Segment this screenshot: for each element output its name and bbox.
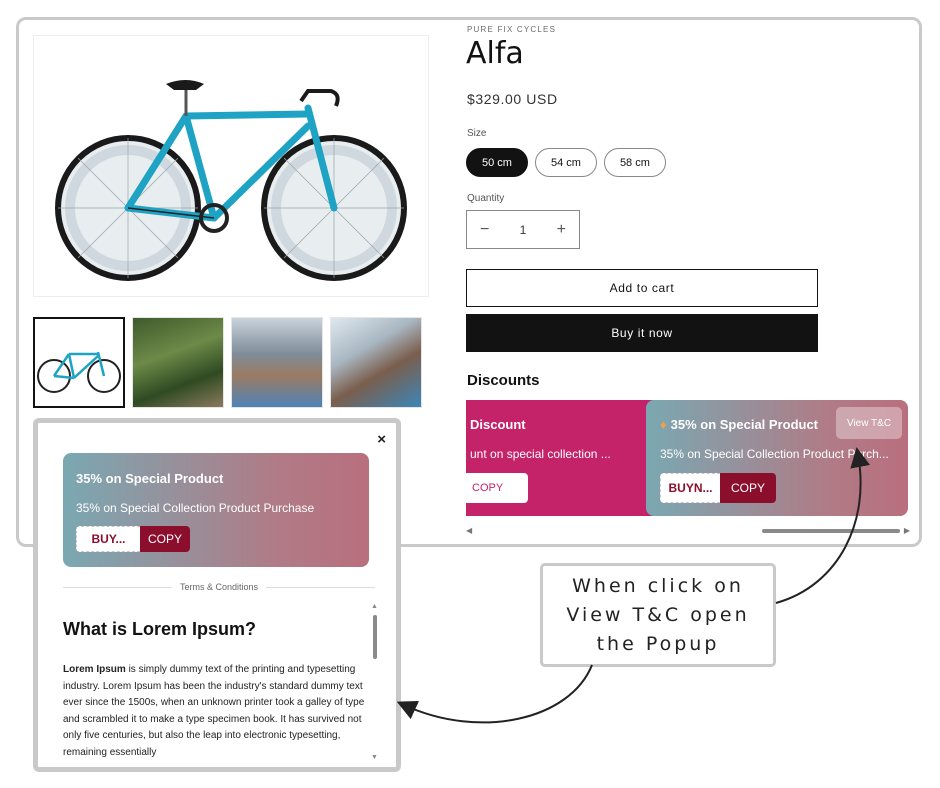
discount-carousel[interactable]: Discount unt on special collection ... C… — [466, 400, 910, 518]
popup-scrollbar-thumb[interactable] — [373, 615, 377, 659]
thumbnail-3[interactable] — [231, 317, 323, 408]
discount-card-title-text: 35% on Special Product — [670, 417, 819, 432]
quantity-decrease-button[interactable]: − — [480, 221, 489, 239]
buy-now-button[interactable]: Buy it now — [466, 314, 818, 352]
thumbnail-2[interactable] — [132, 317, 224, 408]
terms-divider: Terms & Conditions — [63, 582, 375, 592]
quantity-input[interactable]: 1 — [520, 223, 527, 237]
callout-line-2: View T&C open — [566, 603, 750, 626]
terms-popup: × 35% on Special Product 35% on Special … — [33, 418, 401, 772]
terms-content[interactable]: What is Lorem Ipsum? Lorem Ipsum is simp… — [63, 607, 368, 767]
terms-heading: What is Lorem Ipsum? — [63, 619, 257, 639]
callout-line-1: When click on — [572, 574, 744, 597]
size-options: 50 cm 54 cm 58 cm — [466, 148, 666, 177]
arrow-to-popup — [396, 664, 593, 724]
callout-line-3: the Popup — [596, 632, 720, 655]
view-tc-button[interactable]: View T&C — [836, 407, 902, 439]
divider-line — [63, 586, 172, 588]
scroll-right-icon[interactable]: ▶ — [904, 526, 910, 535]
discount-card-2: ♦ 35% on Special Product 35% on Special C… — [646, 400, 908, 516]
popup-scrollbar[interactable]: ▲ ▼ — [371, 603, 379, 761]
copy-button[interactable]: COPY — [720, 473, 776, 503]
product-price: $329.00 USD — [467, 91, 558, 107]
carousel-scrollbar[interactable]: ◀ ▶ — [466, 526, 910, 536]
discount-card-title: Discount — [470, 417, 526, 432]
terms-body-text: is simply dummy text of the printing and… — [63, 664, 365, 758]
scroll-left-icon[interactable]: ◀ — [466, 526, 472, 535]
popup-card-title: 35% on Special Product — [76, 471, 224, 486]
size-option-58[interactable]: 58 cm — [603, 148, 666, 177]
divider-line — [266, 586, 375, 588]
discount-code: BUYN... — [660, 473, 720, 503]
popup-copy-button[interactable]: COPY — [140, 526, 190, 552]
bicycle-thumbnail-image — [37, 351, 121, 393]
terms-paragraph: Lorem Ipsum is simply dummy text of the … — [63, 662, 365, 761]
discounts-heading: Discounts — [467, 372, 540, 389]
quantity-increase-button[interactable]: + — [557, 221, 566, 239]
terms-divider-label: Terms & Conditions — [179, 582, 259, 592]
add-to-cart-button[interactable]: Add to cart — [466, 269, 818, 307]
discount-card-description: unt on special collection ... — [470, 447, 611, 461]
popup-discount-code: BUY... — [76, 526, 140, 552]
scrollbar-thumb[interactable] — [762, 529, 900, 533]
size-label: Size — [467, 128, 487, 139]
thumbnail-1[interactable] — [33, 317, 125, 408]
close-icon[interactable]: × — [377, 431, 386, 448]
discount-card-title: ♦ 35% on Special Product — [660, 417, 818, 432]
popup-code-box: BUY... COPY — [76, 526, 190, 552]
copy-button[interactable]: COPY — [466, 473, 528, 503]
discount-card-1: Discount unt on special collection ... C… — [466, 400, 660, 516]
popup-discount-card: 35% on Special Product 35% on Special Co… — [63, 453, 369, 567]
product-vendor: PURE FIX CYCLES — [467, 25, 557, 34]
product-main-image[interactable] — [33, 35, 429, 297]
size-option-54[interactable]: 54 cm — [534, 148, 597, 177]
discount-card-description: 35% on Special Collection Product Purch.… — [660, 447, 889, 461]
popup-card-description: 35% on Special Collection Product Purcha… — [76, 501, 315, 515]
quantity-label: Quantity — [467, 193, 505, 204]
terms-bold-text: Lorem Ipsum — [63, 664, 126, 675]
thumbnail-gallery — [33, 317, 422, 408]
scroll-down-icon[interactable]: ▼ — [371, 754, 378, 761]
product-title: Alfa — [466, 36, 524, 71]
annotation-callout: When click on View T&C open the Popup — [540, 563, 776, 667]
quantity-stepper: − 1 + — [466, 210, 580, 249]
bicycle-image — [55, 80, 407, 281]
size-option-50[interactable]: 50 cm — [466, 148, 528, 177]
tag-icon: ♦ — [660, 417, 667, 432]
discount-code-box: BUYN... COPY — [660, 473, 776, 503]
scroll-up-icon[interactable]: ▲ — [371, 603, 378, 610]
thumbnail-4[interactable] — [330, 317, 422, 408]
